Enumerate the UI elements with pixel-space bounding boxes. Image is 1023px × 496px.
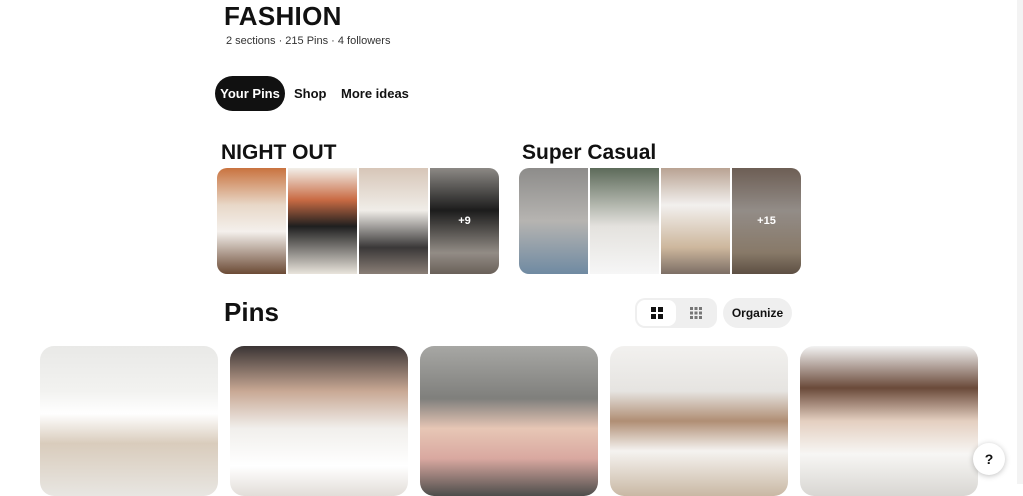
- pins-heading: Pins: [224, 297, 279, 327]
- help-button[interactable]: ?: [973, 443, 1005, 475]
- section-image: +15: [732, 168, 801, 274]
- section-preview-night-out[interactable]: +9: [217, 168, 499, 274]
- organize-button[interactable]: Organize: [723, 298, 792, 328]
- tab-your-pins[interactable]: Your Pins: [215, 76, 285, 111]
- layout-toggle: [635, 298, 717, 328]
- board-meta: 2 sections · 215 Pins · 4 followers: [226, 35, 391, 47]
- section-image: [359, 168, 428, 274]
- scrollbar[interactable]: [1017, 0, 1023, 484]
- section-image: [519, 168, 588, 274]
- default-grid-icon[interactable]: [637, 300, 676, 326]
- pin-card[interactable]: [230, 346, 408, 496]
- section-image: [661, 168, 730, 274]
- compact-grid-icon[interactable]: [676, 300, 715, 326]
- more-count-badge: +15: [732, 168, 801, 274]
- tab-more-ideas[interactable]: More ideas: [341, 76, 409, 111]
- pin-card[interactable]: [420, 346, 598, 496]
- tab-shop[interactable]: Shop: [294, 76, 327, 111]
- section-image: [590, 168, 659, 274]
- pin-card[interactable]: [40, 346, 218, 496]
- section-image: [217, 168, 286, 274]
- section-title-super-casual[interactable]: Super Casual: [522, 141, 656, 165]
- section-title-night-out[interactable]: NIGHT OUT: [221, 141, 337, 165]
- section-image: +9: [430, 168, 499, 274]
- pin-card[interactable]: [610, 346, 788, 496]
- section-preview-super-casual[interactable]: +15: [519, 168, 801, 274]
- more-count-badge: +9: [430, 168, 499, 274]
- section-image: [288, 168, 357, 274]
- pin-card[interactable]: [800, 346, 978, 496]
- board-title: FASHION: [224, 1, 342, 31]
